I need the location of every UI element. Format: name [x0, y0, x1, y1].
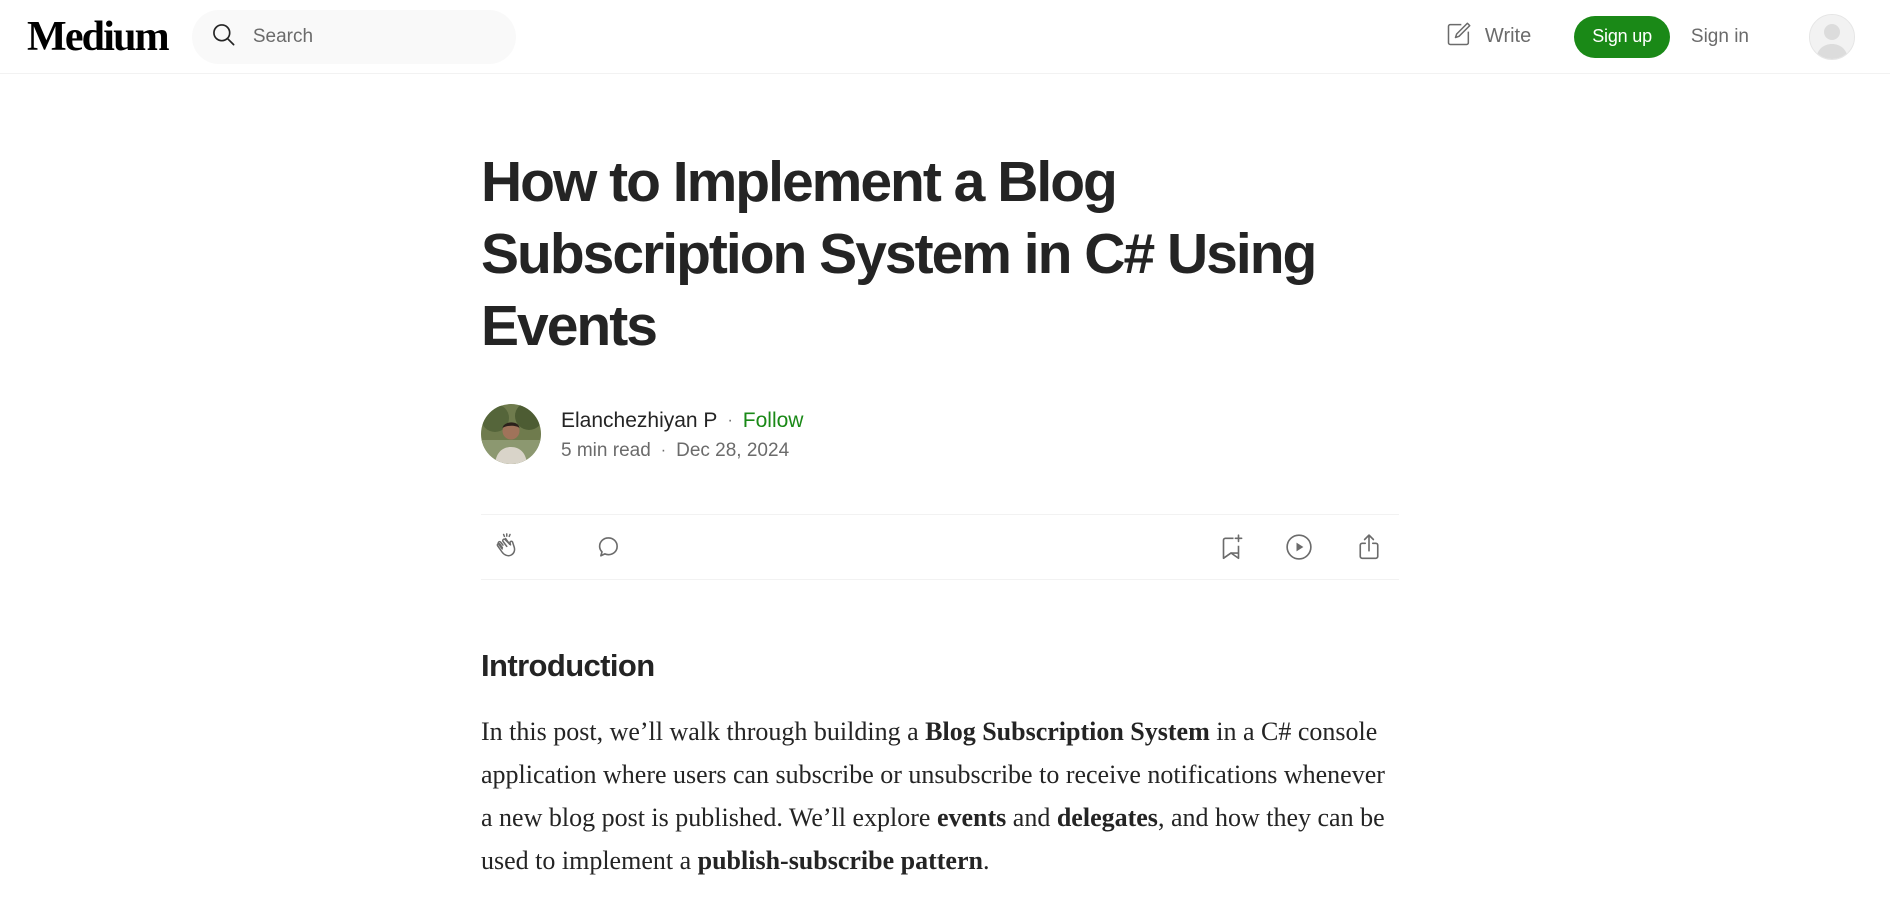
sign-in-link[interactable]: Sign in: [1691, 26, 1749, 48]
read-time: 5 min read: [561, 440, 651, 461]
article: How to Implement a Blog Subscription Sys…: [481, 74, 1401, 908]
separator-dot: ·: [660, 442, 667, 459]
article-actions-bar: [481, 514, 1399, 580]
separator-dot: ·: [727, 412, 733, 429]
bookmark-add-icon[interactable]: [1216, 532, 1246, 562]
write-label: Write: [1484, 25, 1532, 47]
intro-text: and: [1006, 802, 1057, 832]
intro-bold-term: publish-subscribe pattern: [697, 845, 983, 875]
author-byline: Elanchezhiyan P · Follow 5 min read · De…: [481, 404, 1401, 464]
follow-button[interactable]: Follow: [743, 409, 804, 433]
search-input[interactable]: [250, 24, 495, 49]
write-icon: [1445, 20, 1485, 54]
search-icon: [210, 21, 237, 53]
clap-icon[interactable]: [493, 532, 523, 562]
user-avatar-icon[interactable]: [1809, 13, 1855, 60]
search-box[interactable]: [191, 9, 516, 64]
article-title: How to Implement a Blog Subscription Sys…: [481, 150, 1317, 358]
intro-text: In this post, we’ll walk through buildin…: [481, 716, 926, 746]
author-name[interactable]: Elanchezhiyan P: [561, 409, 717, 433]
top-navigation-bar: Medium Write Sign up Sign in: [0, 0, 1890, 74]
play-icon[interactable]: [1284, 532, 1314, 562]
comment-icon[interactable]: [594, 532, 624, 562]
section-heading: Introduction: [481, 648, 655, 683]
author-avatar[interactable]: [481, 404, 541, 464]
intro-bold-term: delegates: [1056, 802, 1158, 832]
medium-logo[interactable]: Medium: [27, 16, 170, 58]
intro-paragraph: In this post, we’ll walk through buildin…: [481, 710, 1401, 882]
share-icon[interactable]: [1354, 532, 1384, 562]
sign-up-button[interactable]: Sign up: [1574, 15, 1670, 58]
byline-meta: Elanchezhiyan P · Follow 5 min read · De…: [561, 406, 803, 462]
intro-bold-term: Blog Subscription System: [925, 716, 1210, 746]
publish-date: Dec 28, 2024: [676, 440, 790, 461]
write-link[interactable]: Write: [1445, 20, 1531, 54]
intro-bold-term: events: [936, 802, 1007, 832]
intro-text: .: [982, 845, 990, 875]
right-nav: Write Sign up Sign in: [1445, 13, 1855, 60]
